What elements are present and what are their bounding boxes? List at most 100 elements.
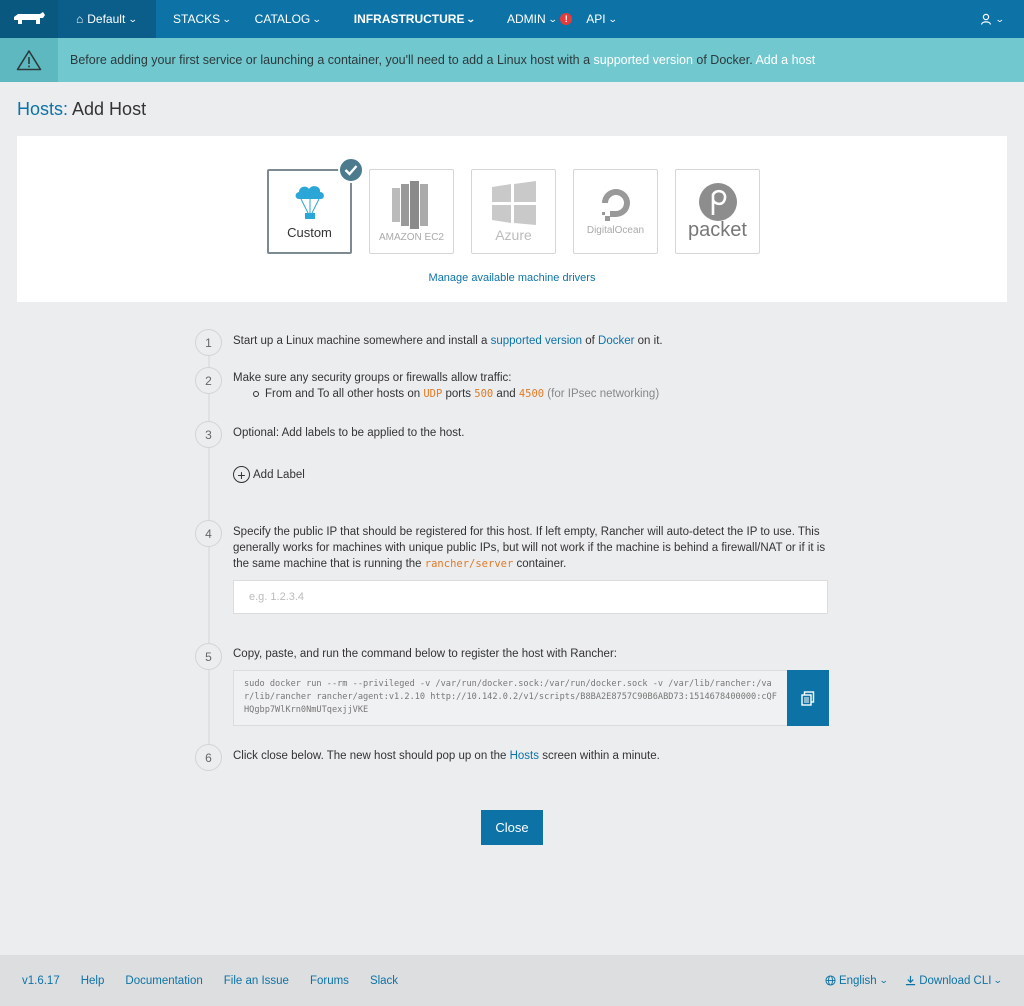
footer-slack-link[interactable]: Slack (370, 975, 398, 987)
language-selector[interactable]: English ⌄ (825, 974, 889, 987)
digitalocean-icon (601, 189, 630, 221)
driver-azure-label: Azure (495, 226, 532, 243)
page-title: Hosts: Add Host (17, 99, 146, 120)
rule-text: and (493, 388, 519, 400)
nav-stacks[interactable]: STACKS ⌄ (173, 0, 232, 38)
driver-amazon-ec2[interactable]: AMAZON EC2 (369, 169, 454, 254)
step-number: 3 (195, 421, 222, 448)
breadcrumb-hosts[interactable]: Hosts: (17, 99, 68, 119)
step-number: 5 (195, 643, 222, 670)
environment-switcher[interactable]: ⌂ Default ⌄ (58, 0, 156, 38)
step-number: 4 (195, 520, 222, 547)
footer-forums-link[interactable]: Forums (310, 975, 349, 987)
footer-documentation-link[interactable]: Documentation (125, 975, 202, 987)
add-label-text: Add Label (253, 468, 305, 481)
banner-text: Before adding your first service or laun… (70, 53, 594, 67)
chevron-down-icon: ⌄ (607, 13, 618, 24)
step-2-heading: Make sure any security groups or firewal… (233, 372, 512, 384)
download-cli-menu[interactable]: Download CLI ⌄ (905, 974, 1004, 987)
step-4-text-part: container. (513, 558, 567, 570)
step-number: 2 (195, 367, 222, 394)
machine-driver-panel: Custom AMAZON EC2 Azure DigitalOcean pac… (17, 136, 1007, 302)
nav-infrastructure[interactable]: INFRASTRUCTURE ⌄ (353, 0, 477, 38)
cloud-parachute-icon (295, 186, 324, 219)
nav-api-label: API (586, 12, 606, 26)
step-5-text: Copy, paste, and run the command below t… (233, 648, 617, 660)
driver-digitalocean-label: DigitalOcean (586, 225, 645, 236)
version-label[interactable]: v1.6.17 (22, 975, 60, 987)
step-6-text: Click close below. The new host should p… (233, 748, 660, 764)
port-code: 4500 (518, 388, 545, 400)
footer: v1.6.17 Help Documentation File an Issue… (0, 955, 1024, 1006)
packet-icon (698, 183, 737, 221)
rancher-logo-icon[interactable] (0, 0, 58, 38)
bullet-icon (253, 391, 259, 397)
page-title-text: Add Host (72, 99, 147, 119)
step-6-text-part: screen within a minute. (539, 750, 660, 762)
nav-api[interactable]: API ⌄ (586, 0, 618, 38)
step-4-text: Specify the public IP that should be reg… (233, 524, 833, 572)
nav-catalog[interactable]: CATALOG ⌄ (254, 0, 322, 38)
footer-help-link[interactable]: Help (81, 975, 105, 987)
step-1-text-part: on it. (634, 335, 663, 347)
chevron-down-icon: ⌄ (993, 975, 1004, 985)
protocol-code: UDP (423, 388, 443, 400)
checkmark-icon (338, 157, 364, 183)
registration-command[interactable]: sudo docker run --rm --privileged -v /va… (233, 670, 788, 726)
driver-custom[interactable]: Custom (267, 157, 364, 254)
step-1-text-part: of (582, 335, 599, 347)
top-nav: ⌂ Default ⌄ STACKS ⌄ CATALOG ⌄ INFRASTRUCT… (0, 0, 1024, 38)
home-icon: ⌂ (76, 12, 84, 26)
steps-timeline (208, 350, 210, 760)
language-label: English (838, 974, 877, 987)
add-host-link[interactable]: Add a host (755, 53, 815, 67)
step-number: 1 (195, 329, 222, 356)
warning-banner: Before adding your first service or laun… (0, 38, 1024, 82)
user-menu[interactable]: ⌄ (980, 0, 1005, 38)
nav-catalog-label: CATALOG (254, 12, 311, 26)
supported-version-link[interactable]: supported version (594, 53, 693, 67)
ipsec-note: (for IPsec networking) (544, 388, 660, 400)
supported-version-link[interactable]: supported version (491, 335, 582, 347)
chevron-down-icon: ⌄ (128, 13, 138, 24)
banner-text: of Docker. (692, 53, 756, 67)
alert-badge-icon: ! (560, 13, 573, 25)
download-cli-label: Download CLI (919, 974, 992, 987)
copy-command-button[interactable] (787, 670, 829, 726)
add-label-button[interactable]: + Add Label (233, 466, 305, 483)
globe-icon (825, 975, 836, 986)
chevron-down-icon: ⌄ (878, 975, 889, 985)
close-button[interactable]: Close (481, 810, 543, 845)
step-2-text: Make sure any security groups or firewal… (233, 370, 659, 402)
footer-file-issue-link[interactable]: File an Issue (224, 975, 289, 987)
chevron-down-icon: ⌄ (312, 13, 322, 24)
nav-admin-label: ADMIN (507, 12, 546, 26)
docker-link[interactable]: Docker (598, 335, 634, 347)
rancher-server-code: rancher/server (424, 558, 514, 570)
driver-digitalocean[interactable]: DigitalOcean (573, 169, 658, 254)
rule-text: ports (442, 388, 475, 400)
manage-machine-drivers-link[interactable]: Manage available machine drivers (17, 272, 1007, 284)
nav-stacks-label: STACKS (173, 12, 221, 26)
hosts-link[interactable]: Hosts (510, 750, 539, 762)
chevron-down-icon: ⌄ (466, 13, 477, 24)
copy-icon (801, 690, 815, 706)
firewall-rule-item: From and To all other hosts on UDP ports… (233, 386, 659, 402)
warning-icon (0, 38, 58, 82)
public-ip-input[interactable] (233, 580, 828, 614)
windows-icon (491, 180, 536, 225)
banner-message: Before adding your first service or laun… (58, 53, 815, 67)
step-6-text-part: Click close below. The new host should p… (233, 750, 510, 762)
port-code: 500 (474, 388, 494, 400)
step-3-text: Optional: Add labels to be applied to th… (233, 427, 465, 439)
driver-packet-label: packet (688, 219, 747, 241)
download-icon (906, 975, 916, 986)
plus-circle-icon: + (233, 466, 250, 483)
driver-azure[interactable]: Azure (471, 169, 556, 254)
nav-admin[interactable]: ADMIN ⌄ ! (507, 0, 573, 38)
driver-packet[interactable]: packet (675, 169, 760, 254)
step-1-text: Start up a Linux machine somewhere and i… (233, 333, 663, 349)
rule-text: From and To all other hosts on (265, 388, 424, 400)
environment-label: Default (87, 12, 126, 26)
nav-infrastructure-label: INFRASTRUCTURE (353, 12, 465, 26)
